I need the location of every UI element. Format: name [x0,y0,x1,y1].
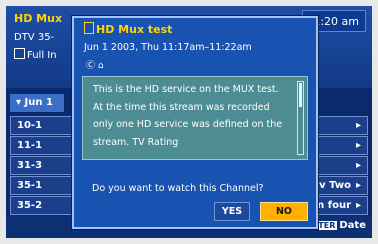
channel-info-dialog: HD Mux test Jun 1 2003, Thu 11:17am–11:2… [72,16,318,229]
dialog-date-time: Jun 1 2003, Thu 11:17am–11:22am [84,42,252,53]
yes-button[interactable]: YES [214,202,250,221]
epg-full-info-label: Full In [27,50,57,61]
chevron-right-icon: ▸ [355,200,361,211]
tv-screen: HD Mux DTV 35- Full In 1:20 am ▾ Jun 1 1… [6,6,372,238]
channel-number: 31-3 [17,160,43,171]
epg-full-info: Full In [14,48,57,61]
info-icon [14,48,25,59]
program-title: n four [317,200,351,211]
chevron-right-icon: ▸ [355,180,361,191]
date-tab-label: Jun 1 [24,97,53,108]
date-tab[interactable]: ▾ Jun 1 [10,94,64,112]
scrollbar[interactable] [297,81,304,155]
closed-caption-lock-icon: Ⓒ ⌂ [86,61,104,71]
chevron-right-icon: ▸ [355,160,361,171]
chevron-down-icon: ▾ [16,97,25,108]
chevron-right-icon: ▸ [355,120,361,131]
dialog-title: HD Mux test [84,22,172,36]
channel-number: 11-1 [17,140,43,151]
channel-number: 10-1 [17,120,43,131]
scrollbar-thumb[interactable] [299,83,302,107]
chevron-right-icon: ▸ [355,140,361,151]
program-title: v Two [319,180,351,191]
program-description-box: This is the HD service on the MUX test. … [82,76,308,160]
no-button[interactable]: NO [260,202,308,221]
epg-channel-info: DTV 35- [14,32,55,43]
watch-question: Do you want to watch this Channel? [92,183,264,194]
program-description: This is the HD service on the MUX test. … [93,84,283,148]
info-icon [84,22,94,34]
dialog-title-text: HD Mux test [96,23,173,36]
channel-number: 35-2 [17,200,43,211]
channel-number: 35-1 [17,180,43,191]
epg-title: HD Mux [14,12,63,25]
footer-date-label: Date [339,220,366,231]
